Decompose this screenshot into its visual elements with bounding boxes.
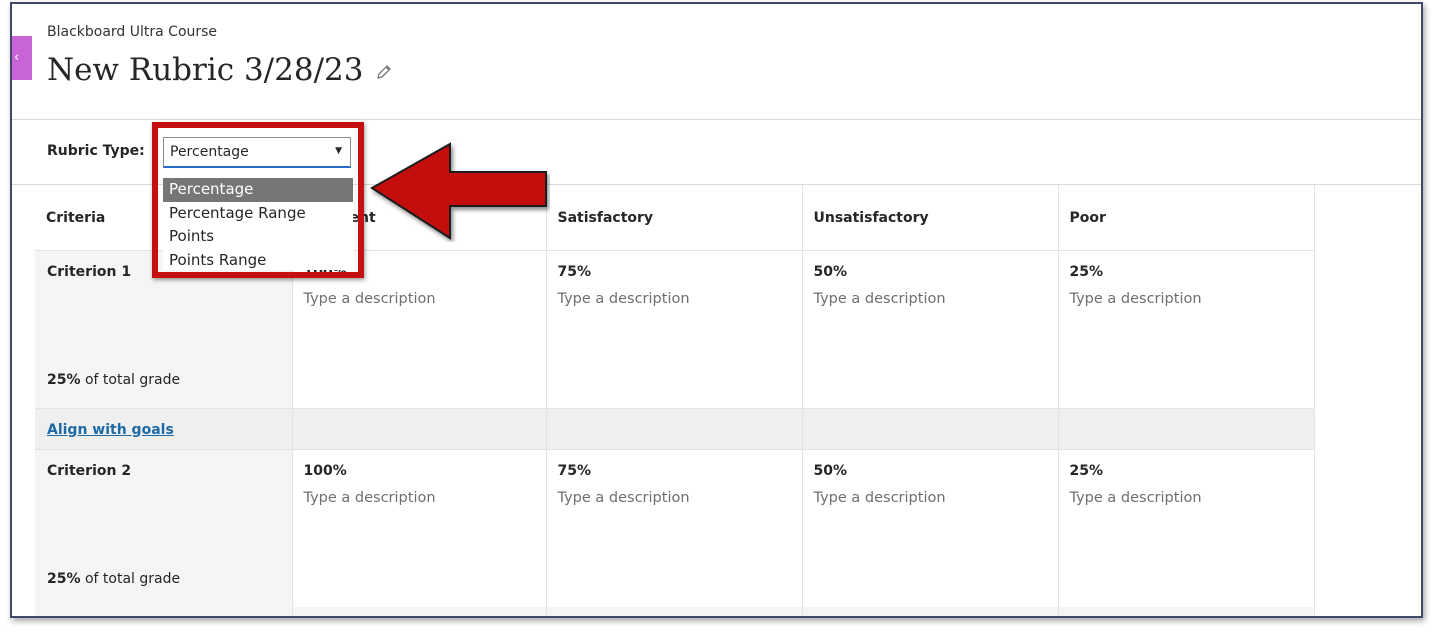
rating-percent: 75% [557, 263, 592, 280]
rating-cell[interactable]: 50% Type a description [802, 250, 1059, 408]
rating-percent: 50% [813, 462, 848, 479]
back-tab-button[interactable]: ‹ [12, 36, 32, 80]
chevron-left-icon: ‹ [14, 50, 20, 65]
rating-description[interactable]: Type a description [814, 291, 1047, 307]
rating-cell[interactable]: 100% Type a description [292, 449, 547, 607]
rubric-title: New Rubric 3/28/23 [47, 52, 364, 88]
pencil-icon[interactable] [375, 63, 393, 81]
rating-cell[interactable]: 25% Type a description [1058, 449, 1315, 607]
callout-arrow-icon [370, 142, 547, 240]
highlight-box [152, 122, 364, 278]
app-window: ‹ Blackboard Ultra Course New Rubric 3/2… [10, 2, 1423, 618]
criterion-row: Criterion 2 25% of total grade 100% Type… [35, 449, 1315, 607]
criterion-weight: 25% of total grade [47, 571, 181, 587]
rubric-type-label: Rubric Type: [47, 143, 145, 159]
criterion-cell[interactable]: Criterion 2 25% of total grade [35, 449, 293, 607]
rating-cell[interactable]: 75% Type a description [546, 449, 803, 607]
title-row: New Rubric 3/28/23 [47, 52, 393, 88]
rating-percent: 25% [1069, 263, 1104, 280]
goals-row: Align with goals [35, 407, 1315, 450]
column-header-poor[interactable]: Poor [1058, 184, 1315, 251]
criterion-name: Criterion 2 [47, 462, 132, 479]
rating-description[interactable]: Type a description [304, 490, 535, 506]
rating-percent: 25% [1069, 462, 1104, 479]
rating-percent: 50% [813, 263, 848, 280]
rating-description[interactable]: Type a description [1070, 490, 1303, 506]
rating-description[interactable]: Type a description [1070, 291, 1303, 307]
column-header-satisfactory[interactable]: Satisfactory [546, 184, 803, 251]
rating-description[interactable]: Type a description [304, 291, 535, 307]
column-header-unsatisfactory[interactable]: Unsatisfactory [802, 184, 1059, 251]
rating-percent: 100% [303, 462, 347, 479]
course-name: Blackboard Ultra Course [47, 24, 218, 40]
rating-cell[interactable]: 75% Type a description [546, 250, 803, 408]
header-divider [12, 119, 1421, 120]
rating-description[interactable]: Type a description [558, 291, 791, 307]
next-row-partial [35, 607, 1315, 616]
rating-cell[interactable]: 25% Type a description [1058, 250, 1315, 408]
rating-cell[interactable]: 50% Type a description [802, 449, 1059, 607]
rating-description[interactable]: Type a description [814, 490, 1047, 506]
rating-percent: 75% [557, 462, 592, 479]
align-with-goals-link[interactable]: Align with goals [47, 422, 174, 438]
goals-cell: Align with goals [35, 407, 293, 450]
criterion-weight: 25% of total grade [47, 371, 181, 388]
rating-description[interactable]: Type a description [558, 490, 791, 506]
